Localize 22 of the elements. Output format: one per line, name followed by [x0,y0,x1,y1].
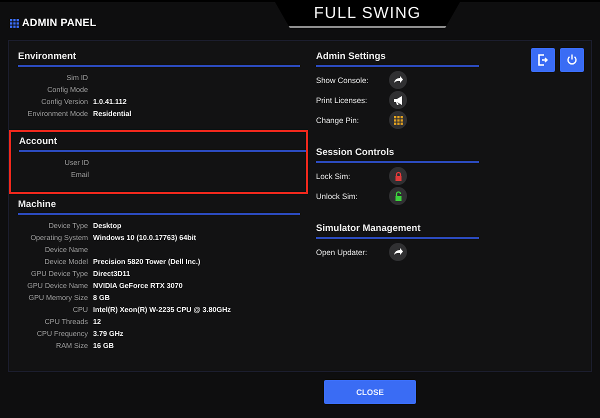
grid-icon [10,18,19,28]
close-button[interactable]: CLOSE [324,380,416,404]
lock-button[interactable] [389,167,407,185]
section-heading: Admin Settings [316,51,479,67]
exit-button[interactable] [531,48,555,72]
exit-icon [536,53,550,67]
keypad-button[interactable] [389,111,407,129]
unlocked-lock-button[interactable] [389,187,407,205]
power-button[interactable] [560,48,584,72]
arrow-button[interactable] [389,71,407,89]
section-heading: Machine [18,199,300,215]
arrow-button[interactable] [389,243,407,261]
logo-text: FULL SWING [314,5,422,23]
section-heading: Environment [18,51,300,67]
panel-title: ADMIN PANEL [22,17,96,29]
section-heading: Session Controls [316,147,479,163]
power-icon [565,53,579,67]
keypad-icon [392,114,404,126]
section-heading: Account [19,136,306,152]
section-heading: Simulator Management [316,223,479,239]
megaphone-icon [392,94,404,106]
megaphone-button[interactable] [389,91,407,109]
